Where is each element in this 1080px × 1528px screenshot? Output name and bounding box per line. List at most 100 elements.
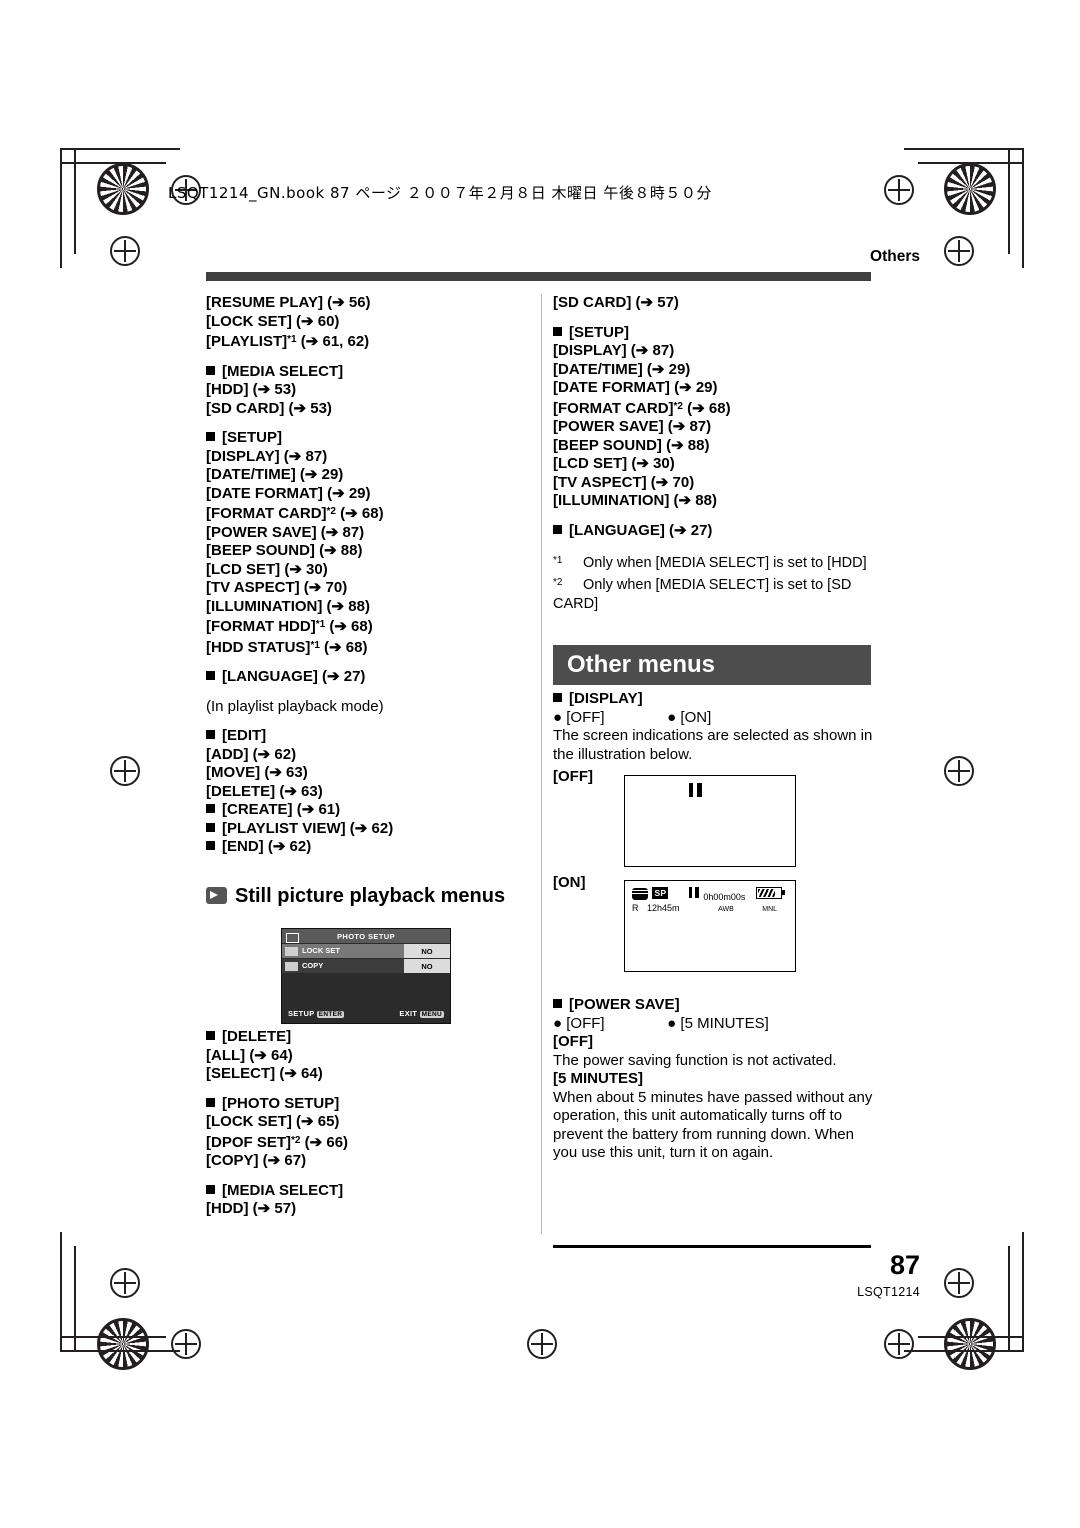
crop-mark-bottom-left (171, 1329, 201, 1359)
copy-icon (285, 961, 298, 971)
footnote: *2 Only when [MEDIA SELECT] is set to [SD… (553, 577, 852, 612)
bullet-square-icon (553, 524, 562, 534)
registration-mark-bottom-left (97, 1318, 149, 1370)
column-divider (541, 294, 542, 1234)
menu-group-heading: [POWER SAVE] (553, 996, 883, 1015)
bullet-square-icon (206, 365, 215, 375)
power-save-section: [POWER SAVE] ● [OFF] ● [5 MINUTES] [OFF]… (553, 996, 883, 1163)
other-menus-banner: Other menus (553, 645, 871, 685)
menu-group-heading: [PHOTO SETUP] (206, 1095, 536, 1114)
record-mode-badge: SP (652, 887, 669, 899)
page-number: 87 (889, 1250, 920, 1280)
menu-group-heading: [DELETE] (206, 1028, 536, 1047)
crop-mark-right-bottom (944, 1268, 974, 1298)
power-save-5min-desc: When about 5 minutes have passed without… (553, 1088, 873, 1162)
display-description: The screen indications are selected as s… (553, 727, 873, 763)
crop-mark-left-top (110, 236, 140, 266)
power-save-off-desc: The power saving function is not activat… (553, 1051, 837, 1069)
menu-item: [DISPLAY] (➔ 87) (553, 342, 675, 359)
menu-item: [DPOF SET]*2 (➔ 66) (206, 1133, 349, 1151)
menu-item: [BEEP SOUND] (➔ 88) (553, 436, 710, 454)
bullet-square-icon (206, 1097, 215, 1107)
menu-item: [FORMAT CARD]*2 (➔ 68) (553, 399, 731, 417)
bullet-square-icon (206, 804, 215, 813)
menu-item: [RESUME PLAY] (➔ 56) (206, 294, 371, 311)
screen-footer: SETUP ENTER EXIT MENU (288, 1009, 444, 1018)
menu-item: [FORMAT CARD]*2 (➔ 68) (206, 505, 384, 522)
registration-mark-top-left (97, 163, 149, 215)
menu-item: [POWER SAVE] (➔ 87) (206, 523, 365, 541)
menu-group-heading: [MEDIA SELECT] (206, 363, 526, 382)
menu-item: [HDD] (➔ 57) (206, 1200, 297, 1217)
footnote: *1 Only when [MEDIA SELECT] is set to [HD… (553, 555, 867, 571)
crop-mark-bottom-center (527, 1329, 557, 1359)
lcd-top-row: SP 0h00m00s (632, 887, 789, 902)
pause-icon (688, 887, 699, 898)
menu-group-heading: [LANGUAGE] (➔ 27) (553, 522, 883, 541)
menu-item: [PLAYLIST]*1 (➔ 61, 62) (206, 333, 370, 350)
menu-item: [DATE FORMAT] (➔ 29) (553, 379, 718, 396)
display-off-label: [OFF] (553, 768, 593, 785)
menu-item: [ADD] (➔ 62) (206, 745, 297, 763)
menu-item: [SD CARD] (➔ 53) (206, 399, 332, 417)
lcd-display-on-illustration: SP 0h00m00s R 12h45m AWB MNL (624, 880, 796, 972)
power-save-off-label: [OFF] (553, 1033, 593, 1050)
power-save-options: ● [OFF] ● [5 MINUTES] (553, 1014, 769, 1032)
menu-group-heading: [CREATE] (➔ 61) (206, 801, 526, 820)
right-column: [SD CARD] (➔ 57) [SETUP] [DISPLAY] (➔ 87… (553, 294, 883, 614)
lock-icon (285, 946, 298, 956)
menu-item: [DATE FORMAT] (➔ 29) (206, 484, 371, 502)
screen-row: COPY NO (282, 959, 450, 973)
menu-item: [LCD SET] (➔ 30) (206, 560, 328, 578)
registration-mark-top-right (944, 163, 996, 215)
bullet-square-icon (206, 730, 215, 739)
crop-mark-bottom-right (884, 1329, 914, 1359)
menu-group-heading: [EDIT] (206, 727, 526, 746)
manual-page: LSQT1214_GN.book 87 ページ ２００７年２月８日 木曜日 午後… (0, 0, 1080, 1528)
crop-mark-left-bottom (110, 1268, 140, 1298)
menu-item: [HDD STATUS]*1 (➔ 68) (206, 638, 368, 656)
crop-mark-left-mid (110, 756, 140, 786)
menu-item: [DISPLAY] (➔ 87) (206, 447, 328, 465)
menu-item: [BEEP SOUND] (➔ 88) (206, 542, 363, 559)
bullet-square-icon (553, 999, 562, 1008)
menu-group-heading: [DISPLAY] (553, 690, 883, 709)
footer-rule (553, 1245, 871, 1248)
menu-item: [ILLUMINATION] (➔ 88) (206, 597, 370, 615)
crop-mark-right-top (944, 236, 974, 266)
menu-group-heading: [MEDIA SELECT] (206, 1182, 536, 1201)
menu-item: [DATE/TIME] (➔ 29) (553, 360, 691, 378)
lcd-second-row: R 12h45m AWB MNL (632, 903, 789, 915)
crop-mark-right-mid (944, 756, 974, 786)
bullet-square-icon (553, 326, 562, 336)
menu-item: [ILLUMINATION] (➔ 88) (553, 492, 717, 509)
photo-setup-screen: PHOTO SETUP LOCK SET NO COPY NO SETUP EN… (281, 928, 451, 1024)
menu-item: [DATE/TIME] (➔ 29) (206, 466, 344, 483)
bullet-square-icon (206, 822, 215, 832)
menu-item: [SELECT] (➔ 64) (206, 1065, 323, 1082)
bullet-square-icon (553, 693, 562, 702)
menu-item: [LOCK SET] (➔ 65) (206, 1113, 340, 1130)
lcd-display-off-illustration (624, 775, 796, 867)
remain-label: R (632, 903, 639, 913)
menu-item: [FORMAT HDD]*1 (➔ 68) (206, 618, 373, 635)
menu-item: [TV ASPECT] (➔ 70) (206, 579, 348, 596)
menu-group-heading: [END] (➔ 62) (206, 838, 526, 857)
menu-item: [LOCK SET] (➔ 60) (206, 312, 340, 330)
power-save-5min-label: [5 MINUTES] (553, 1070, 643, 1087)
screen-title: PHOTO SETUP (282, 929, 450, 943)
white-balance-icon: AWB (718, 906, 734, 913)
menu-item: [DELETE] (➔ 63) (206, 782, 323, 800)
menu-item: [ALL] (➔ 64) (206, 1046, 293, 1064)
display-options: ● [OFF] ● [ON] (553, 708, 712, 726)
menu-group-heading: [PLAYLIST VIEW] (➔ 62) (206, 820, 526, 839)
registration-mark-bottom-right (944, 1318, 996, 1370)
bullet-square-icon (206, 841, 215, 850)
bullet-square-icon (206, 671, 215, 680)
bullet-square-icon (206, 1184, 215, 1194)
display-section: [DISPLAY] ● [OFF] ● [ON] The screen indi… (553, 690, 883, 764)
play-tag-icon (206, 887, 227, 904)
timecode: 0h00m00s (703, 892, 746, 902)
document-code: LSQT1214 (857, 1285, 920, 1299)
menu-item: [COPY] (➔ 67) (206, 1152, 307, 1169)
